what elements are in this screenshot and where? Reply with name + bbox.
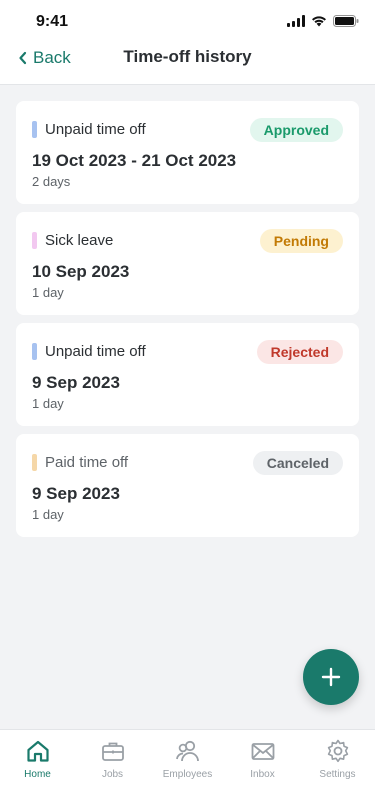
date-range: 19 Oct 2023 - 21 Oct 2023 [32,151,237,170]
leave-type: Unpaid time off [32,121,146,138]
leave-type-color [32,343,37,360]
tab-label: Jobs [101,769,124,780]
tab-bar: Home Jobs Employees Inbox Settings [0,729,375,795]
time-off-card[interactable]: Unpaid time off Rejected 9 Sep 2023 1 da… [16,323,359,426]
tab-settings[interactable]: Settings [300,730,375,795]
status-badge: Rejected [256,340,343,364]
status-badge: Pending [259,229,343,253]
time-off-card[interactable]: Paid time off Canceled 9 Sep 2023 1 day [16,434,359,537]
tab-label: Employees [162,769,213,780]
leave-type-color [32,121,37,138]
duration: 1 day [32,285,64,300]
leave-type: Unpaid time off [32,343,146,360]
add-time-off-button[interactable] [303,649,359,705]
duration: 2 days [32,174,71,189]
envelope-icon [250,738,276,764]
time-off-list: Unpaid time off Approved 19 Oct 2023 - 2… [16,101,359,545]
wifi-icon [312,16,326,27]
time-off-card[interactable]: Unpaid time off Approved 19 Oct 2023 - 2… [16,101,359,204]
tab-label: Settings [319,769,356,780]
gear-icon [325,738,351,764]
status-badge: Canceled [252,451,343,475]
leave-type: Sick leave [32,232,113,249]
status-badge: Approved [249,118,343,142]
leave-type-label: Paid time off [45,454,129,471]
plus-icon [321,667,341,687]
battery-icon [333,15,359,27]
people-icon [175,738,201,764]
briefcase-icon [100,738,126,764]
status-icons [287,15,359,27]
leave-type-color [32,232,37,249]
tab-label: Home [24,769,51,780]
duration: 1 day [32,507,64,522]
date-range: 10 Sep 2023 [32,262,130,281]
nav-bar: Back Time-off history [0,44,375,85]
tab-employees[interactable]: Employees [150,730,225,795]
status-bar: 9:41 [0,0,375,44]
leave-type: Paid time off [32,454,128,471]
leave-type-label: Unpaid time off [45,343,146,360]
tab-label: Inbox [250,769,275,780]
time-off-card[interactable]: Sick leave Pending 10 Sep 2023 1 day [16,212,359,315]
tab-jobs[interactable]: Jobs [75,730,150,795]
status-time: 9:41 [36,13,69,30]
leave-type-label: Sick leave [45,232,114,249]
leave-type-label: Unpaid time off [45,121,146,138]
tab-inbox[interactable]: Inbox [225,730,300,795]
date-range: 9 Sep 2023 [32,484,120,503]
leave-type-color [32,454,37,471]
duration: 1 day [32,396,64,411]
tab-home[interactable]: Home [0,730,75,795]
page-title: Time-off history [123,47,252,66]
date-range: 9 Sep 2023 [32,373,120,392]
signal-icon [287,15,305,27]
home-icon [25,738,51,764]
